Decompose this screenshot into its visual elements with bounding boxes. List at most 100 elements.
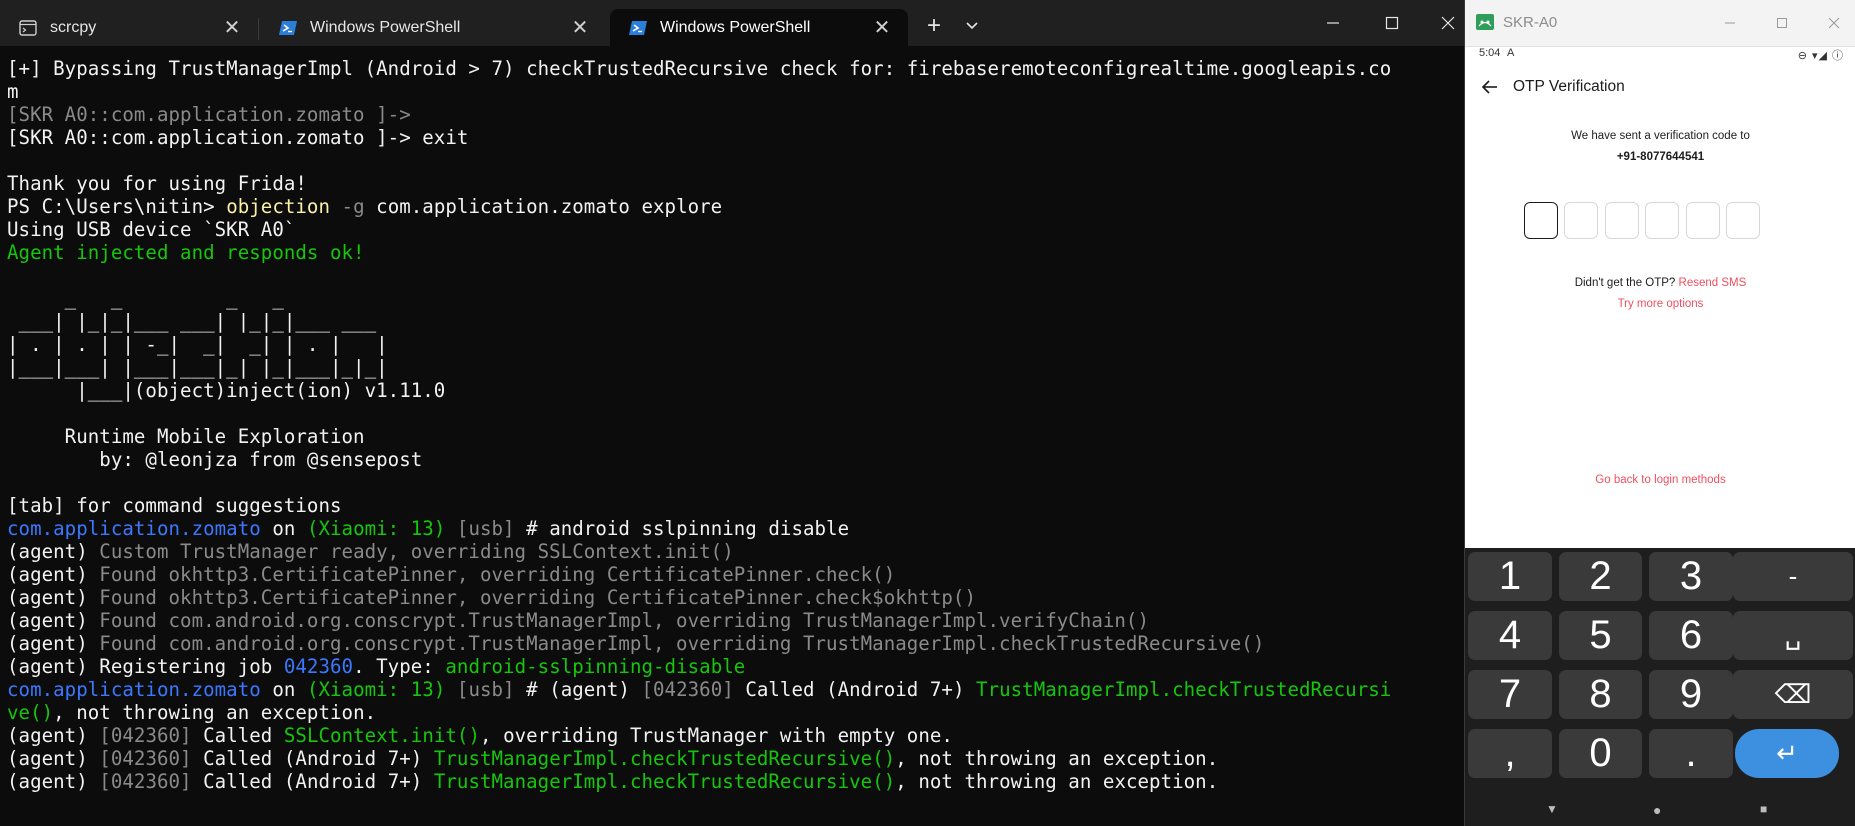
tab-windows-powershell-1[interactable]: Windows PowerShell ✕ [260,9,606,46]
terminal-line: Agent injected and responds ok! [7,241,1459,264]
terminal-text-segment: Using USB device `SKR A0` [7,218,296,241]
key-9[interactable]: 9 [1649,670,1733,719]
terminal-text-segment: on [260,678,307,701]
nav-recents-icon[interactable]: ■ [1760,802,1767,816]
terminal-text-segment: by: @leonjza from @sensepost [7,448,423,471]
terminal-text-segment: Called (Android 7+) [191,747,434,770]
key-1[interactable]: 1 [1468,552,1552,601]
key-backspace[interactable]: ⌫ [1733,670,1853,719]
otp-digit-input[interactable] [1726,202,1760,239]
phone-minimize-button[interactable] [1715,11,1745,35]
terminal-text-segment: Found okhttp3.CertificatePinner, overrid… [87,563,896,586]
terminal-line: [tab] for command suggestions [7,494,1459,517]
terminal-line: (agent) Found com.android.org.conscrypt.… [7,609,1459,632]
minimize-icon [1327,22,1339,24]
terminal-line: com.application.zomato on (Xiaomi: 13) [… [7,517,1459,540]
terminal-text-segment: TrustManagerImpl.checkTrustedRecursive() [433,770,896,793]
terminal-line: ___| |_|_|___ ___| |_|_|___ ___ [7,310,1459,333]
close-tab-icon[interactable]: ✕ [870,16,894,40]
terminal-text-segment: [tab] for command suggestions [7,494,342,517]
otp-digit-input[interactable] [1645,202,1680,239]
key-enter[interactable]: ↵ [1735,729,1839,778]
key-7[interactable]: 7 [1468,670,1552,719]
terminal-text-segment: on [260,517,307,540]
terminal-text-segment: |___|___| |___|___|_| |_|___|_|_| [7,356,388,379]
close-tab-icon[interactable]: ✕ [220,16,244,40]
tab-windows-powershell-2[interactable]: Windows PowerShell ✕ [610,9,908,46]
close-tab-icon[interactable]: ✕ [568,16,592,40]
terminal-line: PS C:\Users\nitin> objection -g com.appl… [7,195,1459,218]
key-comma[interactable]: , [1468,729,1552,778]
terminal-line: [SKR A0::com.application.zomato ]-> exit [7,126,1459,149]
key-dash[interactable]: - [1733,552,1853,601]
close-button[interactable] [1428,6,1468,40]
terminal-text-segment: , not throwing an exception. [895,770,1219,793]
terminal-line: com.application.zomato on (Xiaomi: 13) [… [7,678,1459,701]
terminal-text-segment: [042360] [99,770,192,793]
tab-dropdown-button[interactable] [958,12,986,40]
phone-maximize-button[interactable] [1767,11,1797,35]
key-3[interactable]: 3 [1649,552,1733,601]
terminal-text-segment: ___| |_|_|___ ___| |_|_|___ ___ [7,310,377,333]
otp-digit-input[interactable] [1685,202,1720,239]
back-arrow-icon[interactable] [1479,76,1501,98]
close-icon [1441,16,1455,30]
key-8[interactable]: 8 [1559,670,1642,719]
otp-digit-input[interactable] [1564,202,1599,239]
key-5[interactable]: 5 [1559,611,1642,660]
key-0[interactable]: 0 [1559,729,1642,778]
tab-scrcpy[interactable]: scrcpy ✕ [0,9,258,46]
terminal-text-segment: . Type: [353,655,446,678]
terminal-text-segment: android-sslpinning-disable [445,655,746,678]
key-period[interactable]: . [1649,729,1733,778]
terminal-text-segment: (agent) [7,724,100,747]
terminal-text-segment: [usb] [445,678,515,701]
maximize-icon [1777,18,1787,28]
verification-sent-text: We have sent a verification code to [1571,130,1750,142]
otp-digit-input[interactable] [1524,202,1558,239]
terminal-output[interactable]: [+] Bypassing TrustManagerImpl (Android … [7,57,1459,793]
terminal-line: (agent) Found com.android.org.conscrypt.… [7,632,1459,655]
terminal-text-segment: [042360] [99,747,192,770]
terminal-text-segment: [SKR A0::com.application.zomato ]-> exit [7,126,469,149]
maximize-button[interactable] [1372,6,1412,40]
tab-title: scrcpy [50,18,97,36]
terminal-line: | . | . | | -_| _| _| | . | | [7,333,1459,356]
key-6[interactable]: 6 [1649,611,1733,660]
android-status-bar: 5:04 A ⊖ ▾◢ ⓘ [1465,47,1855,63]
terminal-text-segment: TrustManagerImpl.checkTrustedRecursi [976,678,1392,701]
terminal-line: |___|___| |___|___|_| |_|___|_|_| [7,356,1459,379]
key-2[interactable]: 2 [1559,552,1642,601]
terminal-text-segment: [042360] [641,678,734,701]
terminal-text-segment: , not throwing an exception. [53,701,377,724]
terminal-text-segment: (Xiaomi: 13) [306,678,446,701]
terminal-text-segment: _ _ _ _ [7,287,284,310]
go-back-login-link[interactable]: Go back to login methods [1465,474,1855,486]
terminal-text-segment: (agent) [7,609,88,632]
android-nav-bar: ▼ ● ■ [1465,797,1855,826]
otp-digit-input[interactable] [1604,202,1639,239]
nav-back-icon[interactable]: ▼ [1546,802,1558,816]
terminal-text-segment: (agent) [7,747,100,770]
key-4[interactable]: 4 [1468,611,1552,660]
terminal-text-segment: com.application.zomato [7,678,261,701]
phone-close-button[interactable] [1819,11,1849,35]
terminal-text-segment: -g [330,195,365,218]
minimize-button[interactable] [1313,6,1353,40]
resend-sms-link[interactable]: Resend SMS [1679,277,1747,289]
terminal-text-segment: Found com.android.org.conscrypt.TrustMan… [87,609,1150,632]
terminal-text-segment: [usb] [445,517,515,540]
terminal-text-segment: PS C:\Users\nitin> [7,195,227,218]
key-space[interactable]: ␣ [1733,611,1853,660]
terminal-text-segment: Found okhttp3.CertificatePinner, overrid… [87,586,976,609]
terminal-text-segment: [SKR A0::com.application.zomato ]-> [7,103,411,126]
new-tab-button[interactable]: + [920,12,948,40]
terminal-text-segment: m [7,80,19,103]
try-more-options-link[interactable]: Try more options [1465,298,1855,310]
terminal-text-segment: (agent) [7,632,88,655]
nav-home-icon[interactable]: ● [1653,802,1661,818]
terminal-line: (agent) Found okhttp3.CertificatePinner,… [7,563,1459,586]
terminal-text-segment: objection [226,195,331,218]
terminal-line: Runtime Mobile Exploration [7,425,1459,448]
